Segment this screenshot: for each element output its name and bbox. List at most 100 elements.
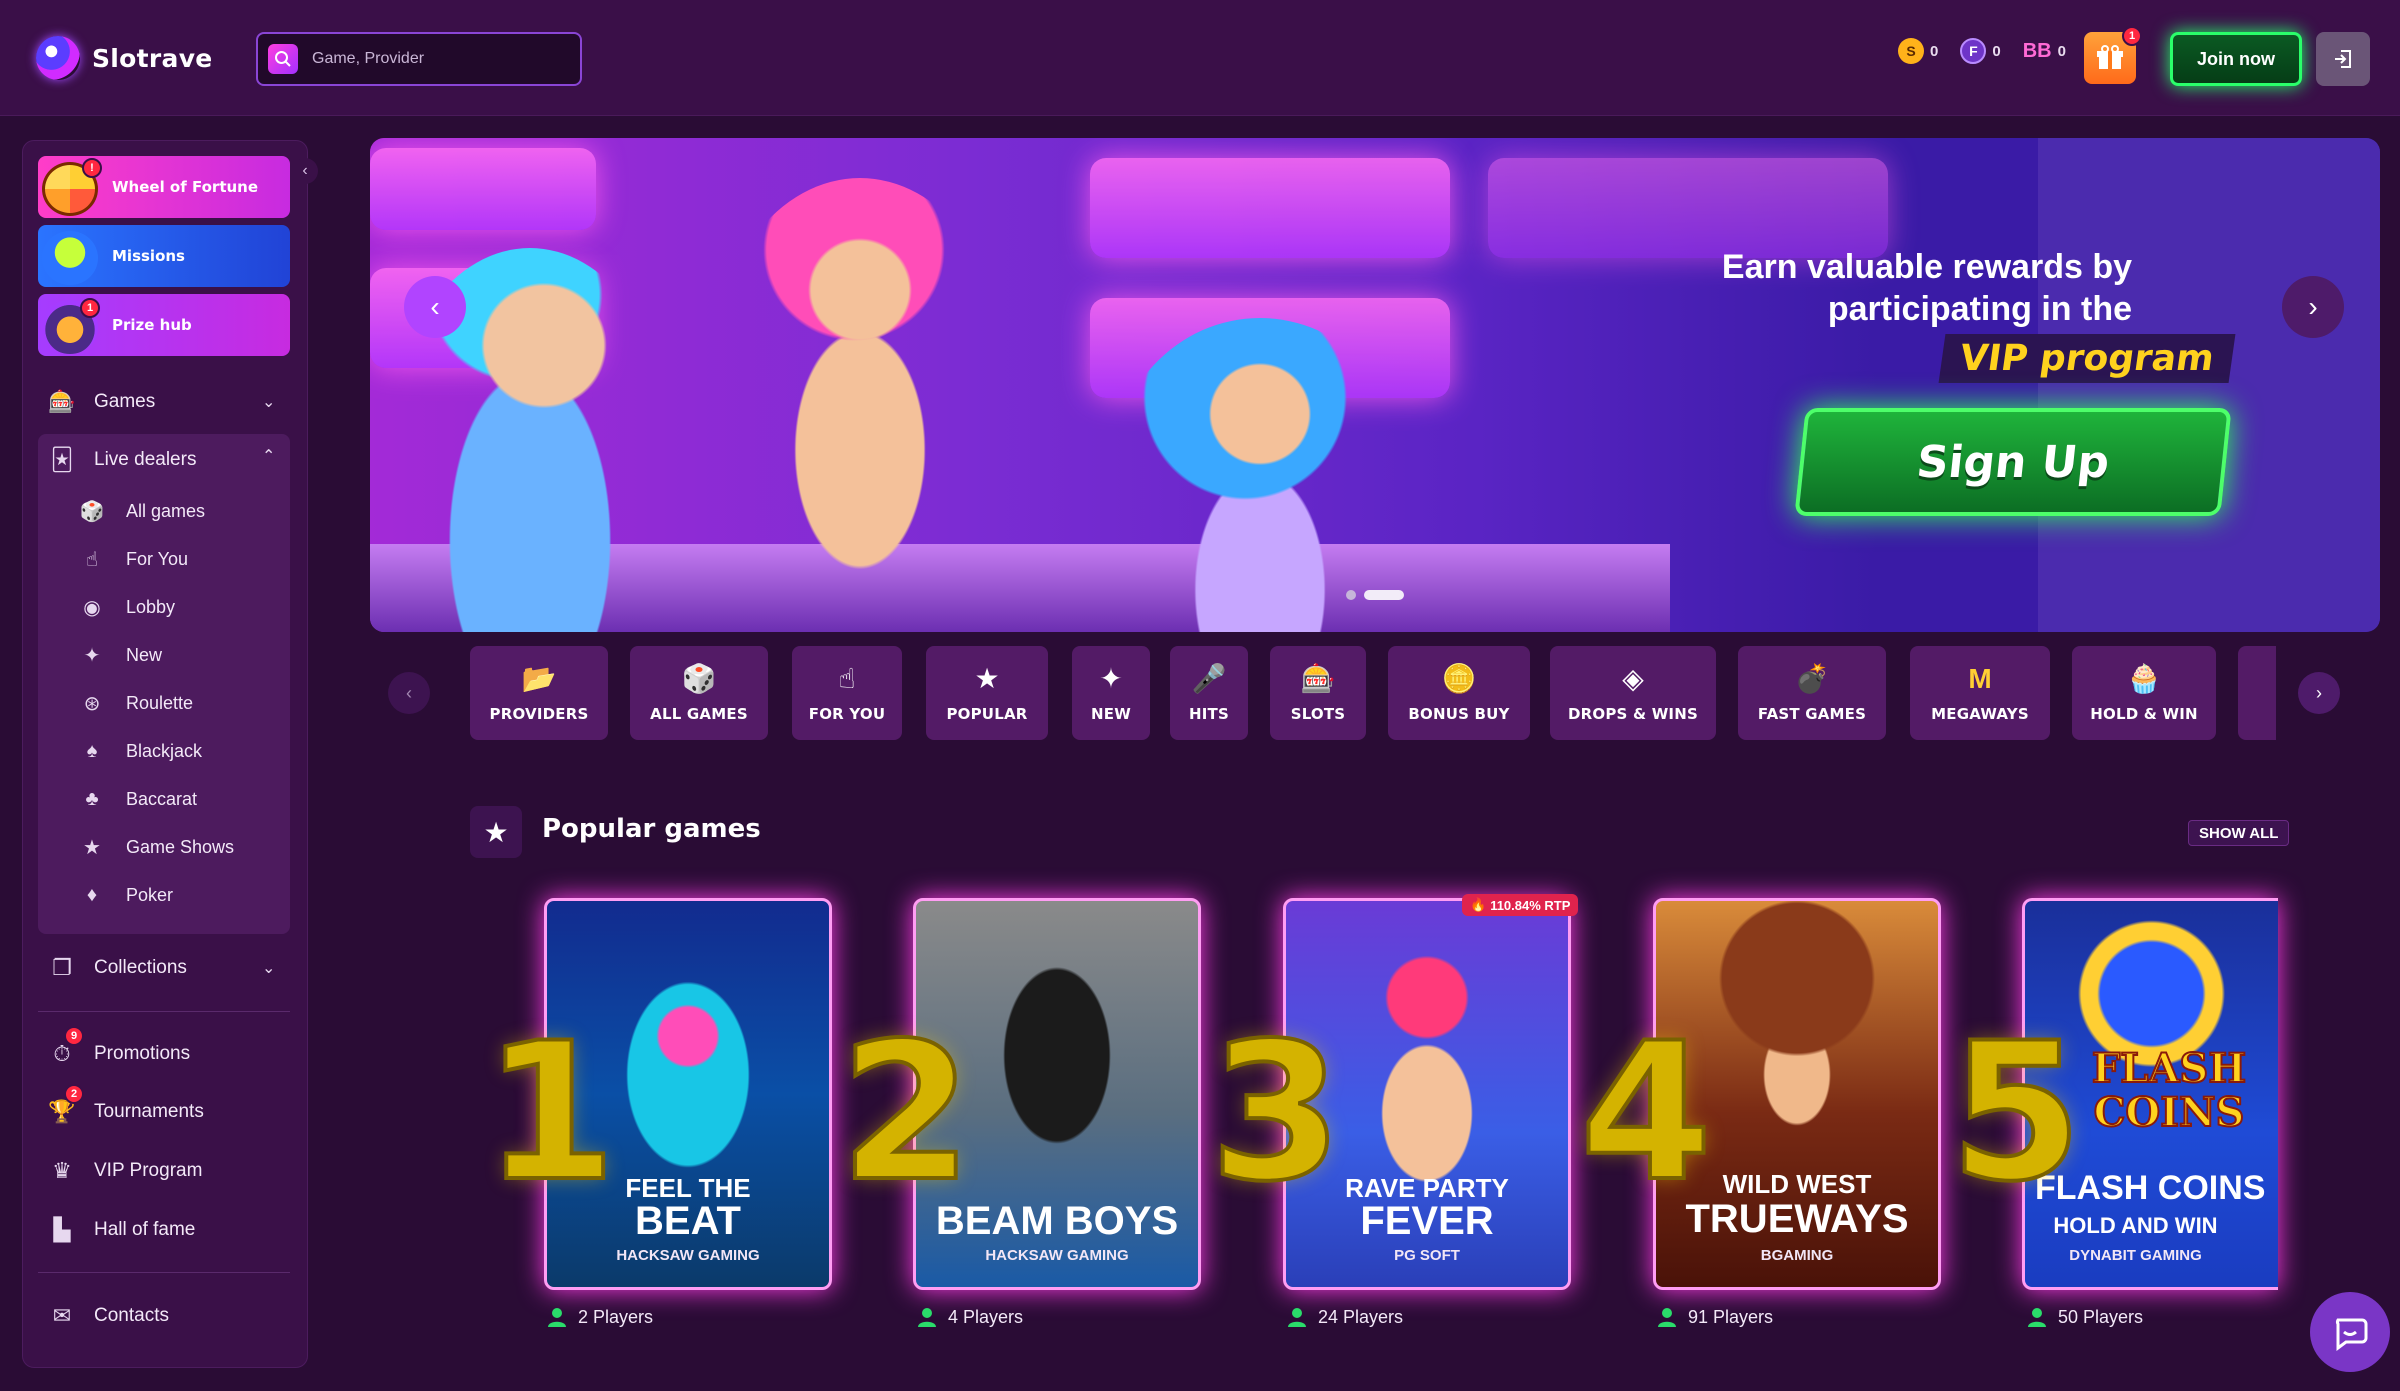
promotions-badge: 9 [64, 1026, 84, 1046]
players-count: 50 Players [2026, 1306, 2143, 1328]
categories-next-button[interactable]: › [2298, 672, 2340, 714]
search-icon [268, 44, 298, 74]
banner-headline: Earn valuable rewards by participating i… [1721, 248, 2132, 328]
category-label: HITS [1189, 705, 1229, 723]
promo-prize-hub[interactable]: Prize hub [38, 294, 290, 356]
categories-prev-button[interactable]: ‹ [388, 672, 430, 714]
bar-shelf-art [1488, 158, 1888, 258]
category-slots[interactable]: 🎰 SLOTS [1270, 646, 1366, 740]
game-show-icon: ★ [83, 836, 101, 859]
category-fast-games[interactable]: 💣 FAST GAMES [1738, 646, 1886, 740]
brand-logo[interactable]: Slotrave [36, 36, 213, 80]
bar-shelf-art [370, 148, 596, 230]
rank-number: 1 [482, 1002, 618, 1223]
popular-title: Popular games [542, 814, 761, 844]
players-label: 91 Players [1688, 1306, 1774, 1327]
nav-games[interactable]: 🎰 Games [48, 388, 155, 416]
live-item-new[interactable]: ✦ New [78, 641, 162, 669]
live-item-baccarat[interactable]: ♣ Baccarat [78, 785, 197, 813]
nav-hall-of-fame[interactable]: ▙ Hall of fame [48, 1216, 196, 1244]
contacts-icon: ✉ [52, 1303, 72, 1328]
live-item-blackjack[interactable]: ♠ Blackjack [78, 737, 202, 765]
banner-signup-button[interactable]: Sign Up [1794, 408, 2232, 516]
banner-next-button[interactable]: › [2282, 276, 2344, 338]
game-provider: HACKSAW GAMING [985, 1247, 1129, 1264]
balance-free-spins[interactable]: F 0 [1960, 38, 2001, 64]
category-megaways[interactable]: M MEGAWAYS [1910, 646, 2050, 740]
live-item-poker[interactable]: ♦ Poker [78, 881, 173, 909]
category-popular[interactable]: ★ POPULAR [926, 646, 1048, 740]
nav-contacts-label: Contacts [94, 1305, 169, 1326]
login-icon [2335, 50, 2351, 68]
join-now-button[interactable]: Join now [2170, 32, 2302, 86]
category-hold-win[interactable]: 🧁 HOLD & WIN [2072, 646, 2216, 740]
players-count: 2 Players [546, 1306, 653, 1328]
show-all-button[interactable]: SHOW ALL [2188, 820, 2290, 846]
nav-hall-label: Hall of fame [94, 1219, 196, 1240]
category-new[interactable]: ✦ NEW [1072, 646, 1150, 740]
live-item-roulette[interactable]: ⊛ Roulette [78, 689, 193, 717]
game-provider: PG SOFT [1394, 1247, 1460, 1264]
megaways-icon: M [1968, 663, 1992, 694]
sidebar-divider [38, 1272, 290, 1273]
category-label: SLOTS [1290, 705, 1346, 723]
login-button[interactable] [2316, 32, 2370, 86]
promo-label: Wheel of Fortune [112, 178, 259, 196]
live-item-label: Poker [126, 884, 174, 905]
live-item-game-shows[interactable]: ★ Game Shows [78, 833, 234, 861]
hero-banner[interactable]: ‹ › Earn valuable rewards by participati… [370, 138, 2380, 632]
banner-dot[interactable] [1346, 590, 1356, 600]
promo-wheel-of-fortune[interactable]: Wheel of Fortune [38, 156, 290, 218]
category-all-games[interactable]: 🎲 ALL GAMES [630, 646, 768, 740]
banner-prev-button[interactable]: ‹ [404, 276, 466, 338]
search-input[interactable] [312, 50, 552, 68]
players-count: 4 Players [916, 1306, 1023, 1328]
live-dealers-chevron-up-icon[interactable]: ⌃ [262, 446, 275, 466]
category-bonus-buy[interactable]: 🪙 BONUS BUY [1388, 646, 1530, 740]
nav-live-dealers[interactable]: 🃏 Live dealers [48, 446, 197, 474]
category-bonus-partial[interactable]: BU [2238, 646, 2276, 740]
slot-machine-icon: 🎰 [1300, 663, 1336, 694]
category-for-you[interactable]: ☝ FOR YOU [792, 646, 902, 740]
sidebar-collapse-button[interactable]: ‹ [292, 158, 318, 184]
treasure-icon: 🧁 [2126, 663, 2162, 694]
category-drops-wins[interactable]: ◈ DROPS & WINS [1550, 646, 1716, 740]
live-item-label: Roulette [126, 692, 194, 713]
category-providers[interactable]: 📂 PROVIDERS [470, 646, 608, 740]
live-item-lobby[interactable]: ◉ Lobby [78, 593, 175, 621]
promo-missions[interactable]: Missions [38, 225, 290, 287]
live-item-for-you[interactable]: ☝ For You [78, 545, 188, 573]
banner-dot-active[interactable] [1364, 590, 1404, 600]
player-icon [918, 1308, 936, 1327]
cocktail-icon [42, 231, 98, 285]
live-item-all-games[interactable]: 🎲 All games [78, 497, 205, 525]
rank-number: 3 [1208, 1002, 1344, 1223]
nav-contacts[interactable]: ✉ Contacts [48, 1302, 169, 1330]
player-icon [1658, 1308, 1676, 1327]
banner-side-panel [2038, 138, 2380, 632]
slot-machine-icon: 🎰 [48, 389, 76, 414]
rank-number: 5 [1948, 1002, 2084, 1223]
category-hits[interactable]: 🎤 HITS [1170, 646, 1248, 740]
nav-promotions-label: Promotions [94, 1043, 191, 1064]
flash-coins-logo: FLASH COINS [2091, 1045, 2247, 1136]
balance-gold[interactable]: S 0 [1898, 38, 1938, 64]
top-header: Slotrave S 0 F 0 BB 0 1 Join now [0, 0, 2400, 116]
search-box[interactable] [256, 32, 582, 86]
games-chevron-down-icon[interactable]: ⌄ [262, 392, 275, 412]
nav-vip-program[interactable]: ♛ VIP Program [48, 1157, 202, 1185]
balance-gold-value: 0 [1930, 42, 1939, 60]
character-bartender-art [710, 178, 1010, 578]
drops-wins-icon: ◈ [1622, 663, 1644, 694]
sidebar-divider [38, 1011, 290, 1012]
gift-icon [2097, 45, 2123, 69]
star-icon: ★ [974, 663, 1000, 694]
category-label: BONUS BUY [1408, 705, 1510, 723]
collections-chevron-down-icon[interactable]: ⌄ [262, 958, 275, 978]
live-item-label: Baccarat [126, 788, 198, 809]
nav-collections[interactable]: ❐ Collections [48, 954, 187, 982]
balance-bb[interactable]: BB 0 [2023, 40, 2066, 63]
live-chat-button[interactable] [2310, 1292, 2390, 1372]
currency-balances: S 0 F 0 BB 0 [1898, 38, 2066, 64]
nav-collections-label: Collections [94, 957, 187, 978]
